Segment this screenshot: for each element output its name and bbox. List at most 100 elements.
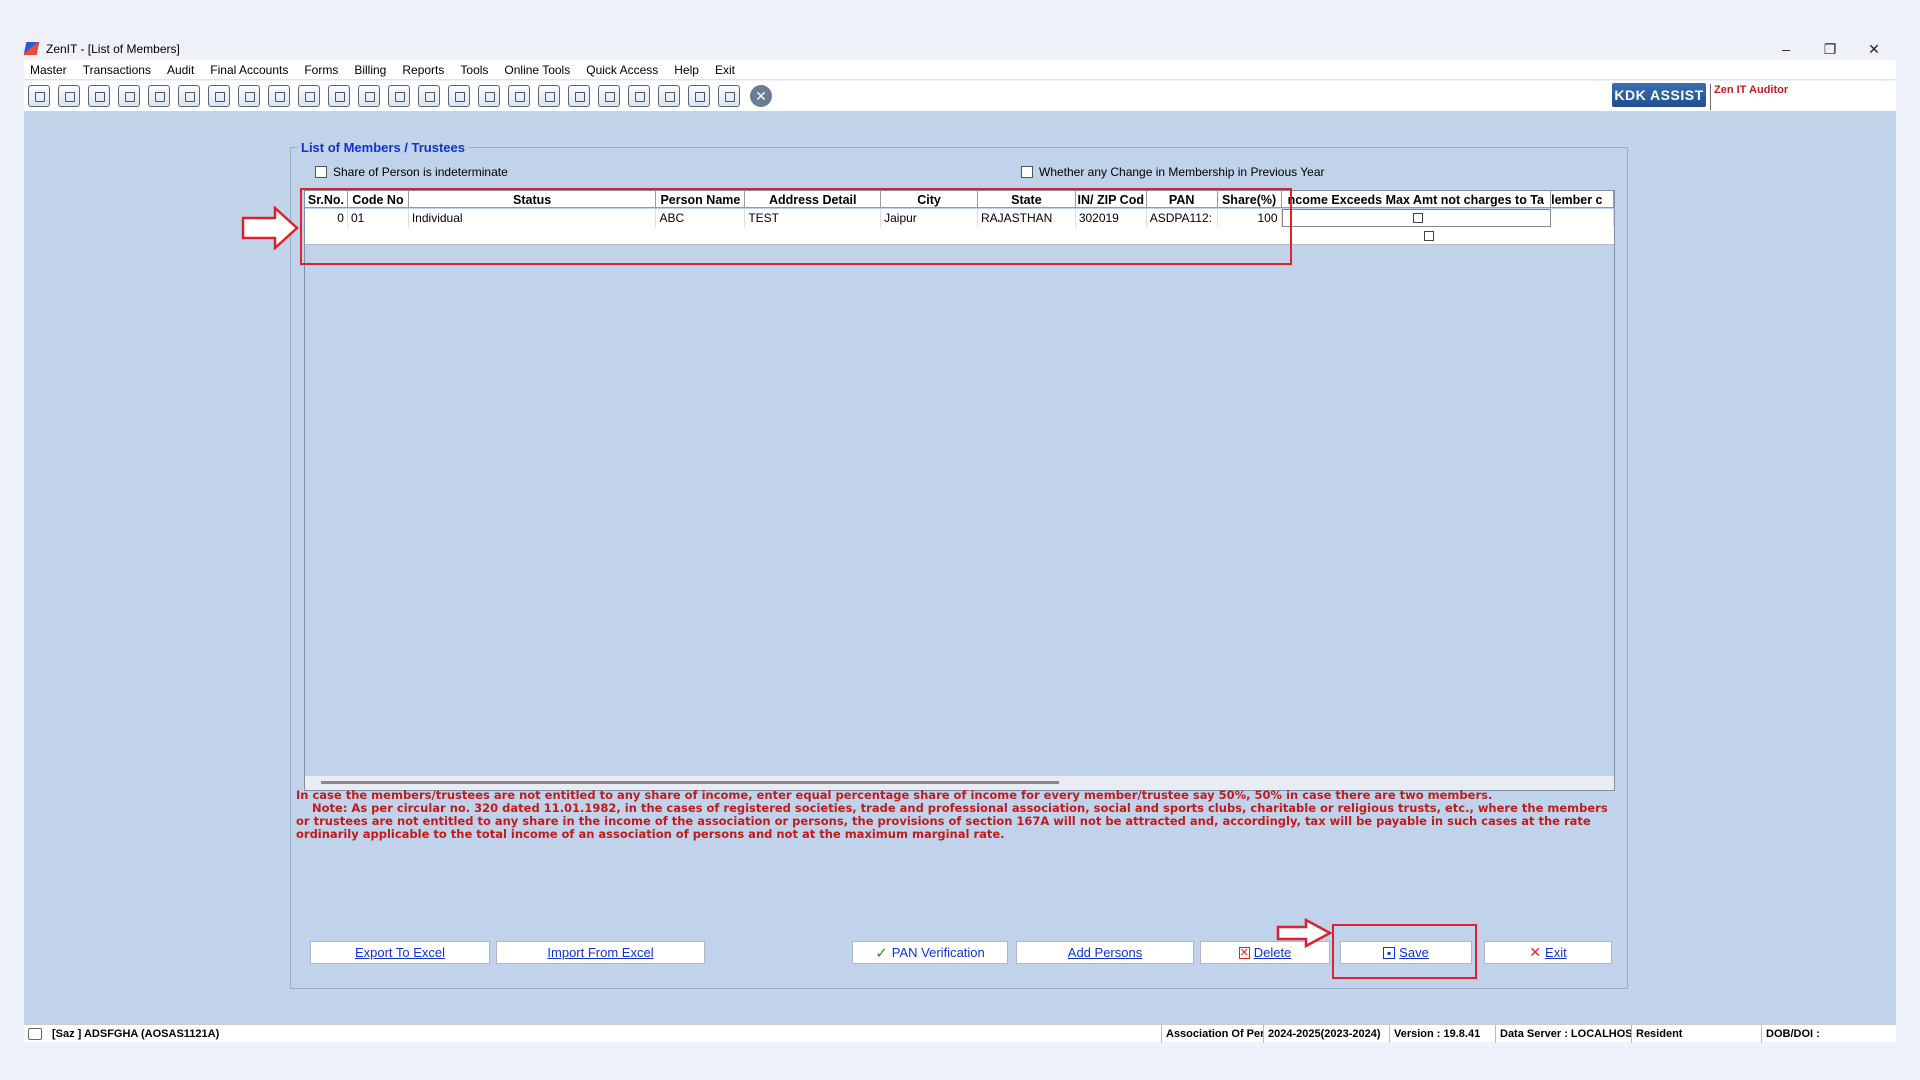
- add-persons-button[interactable]: Add Persons: [1016, 941, 1194, 964]
- filter-icon[interactable]: [238, 85, 260, 107]
- cell-income-exceeds[interactable]: [1281, 209, 1552, 227]
- col-address[interactable]: Address Detail: [745, 191, 882, 208]
- shield-icon[interactable]: [568, 85, 590, 107]
- bar-chart-icon[interactable]: [118, 85, 140, 107]
- document-search-icon[interactable]: [508, 85, 530, 107]
- new-row-checkbox[interactable]: [1424, 231, 1434, 241]
- tax-icon[interactable]: [268, 85, 290, 107]
- info-icon[interactable]: [448, 85, 470, 107]
- indeterminate-label: Share of Person is indeterminate: [333, 165, 508, 179]
- cell-status[interactable]: Individual: [409, 209, 657, 227]
- delete-icon: ✕: [1238, 946, 1250, 959]
- refresh-icon[interactable]: [298, 85, 320, 107]
- cell-pan[interactable]: ASDPA112:: [1147, 209, 1218, 227]
- window-title: ZenIT - [List of Members]: [46, 42, 180, 56]
- menu-quick-access[interactable]: Quick Access: [586, 63, 658, 77]
- printer-icon[interactable]: [658, 85, 680, 107]
- calendar-icon[interactable]: [538, 85, 560, 107]
- col-person-name[interactable]: Person Name: [656, 191, 746, 208]
- col-city[interactable]: City: [881, 191, 978, 208]
- membership-change-checkbox-row[interactable]: Whether any Change in Membership in Prev…: [1021, 165, 1325, 179]
- col-pan[interactable]: PAN: [1147, 191, 1218, 208]
- cell-srno[interactable]: 0: [305, 209, 348, 227]
- exit-x-icon: ✕: [1529, 944, 1542, 960]
- income-exceeds-checkbox[interactable]: [1412, 213, 1423, 223]
- import-excel-label: Import From Excel: [547, 945, 654, 960]
- menu-master[interactable]: Master: [30, 63, 67, 77]
- menu-audit[interactable]: Audit: [167, 63, 194, 77]
- membership-change-label: Whether any Change in Membership in Prev…: [1039, 165, 1325, 179]
- pay-icon[interactable]: [388, 85, 410, 107]
- cell-state[interactable]: RAJASTHAN: [978, 209, 1076, 227]
- cell-city[interactable]: Jaipur: [881, 209, 978, 227]
- import-excel-button[interactable]: Import From Excel: [496, 941, 705, 964]
- minimize-button[interactable]: –: [1764, 38, 1808, 60]
- cell-address[interactable]: TEST: [745, 209, 882, 227]
- pan-verification-button[interactable]: ✓ PAN Verification: [852, 941, 1008, 964]
- pie-chart-icon[interactable]: [358, 85, 380, 107]
- form-icon[interactable]: [718, 85, 740, 107]
- bs-icon[interactable]: [628, 85, 650, 107]
- status-entity: Association Of Persı: [1162, 1024, 1264, 1043]
- indeterminate-checkbox[interactable]: [315, 166, 327, 178]
- col-member[interactable]: lember c: [1551, 191, 1614, 208]
- cell-member[interactable]: [1551, 209, 1614, 227]
- calculator-icon[interactable]: [28, 85, 50, 107]
- add-persons-label: Add Persons: [1067, 945, 1143, 960]
- user-switch-icon[interactable]: [28, 1027, 42, 1040]
- export-excel-label: Export To Excel: [354, 945, 446, 960]
- indeterminate-checkbox-row[interactable]: Share of Person is indeterminate: [315, 165, 508, 179]
- col-zip[interactable]: IN/ ZIP Cod: [1076, 191, 1147, 208]
- menu-help[interactable]: Help: [674, 63, 699, 77]
- membership-change-checkbox[interactable]: [1021, 166, 1033, 178]
- export-excel-button[interactable]: Export To Excel: [310, 941, 490, 964]
- close-button[interactable]: ✕: [1852, 38, 1896, 60]
- col-share[interactable]: Share(%): [1218, 191, 1282, 208]
- menu-billing[interactable]: Billing: [354, 63, 386, 77]
- building-icon[interactable]: [88, 85, 110, 107]
- menu-forms[interactable]: Forms: [304, 63, 338, 77]
- menu-transactions[interactable]: Transactions: [83, 63, 151, 77]
- menu-online-tools[interactable]: Online Tools: [504, 63, 570, 77]
- cell-person-name[interactable]: ABC: [656, 209, 746, 227]
- table-row-new[interactable]: [305, 227, 1614, 245]
- members-grid[interactable]: Sr.No. Code No Status Person Name Addres…: [304, 190, 1615, 791]
- check-icon: ✓: [875, 944, 888, 962]
- menu-tools[interactable]: Tools: [460, 63, 488, 77]
- status-server: Data Server : LOCALHOST: [1496, 1024, 1632, 1043]
- book-icon[interactable]: [418, 85, 440, 107]
- tag-icon[interactable]: [208, 85, 230, 107]
- menu-bar: Master Transactions Audit Final Accounts…: [24, 60, 1896, 80]
- menu-final-accounts[interactable]: Final Accounts: [210, 63, 288, 77]
- users-icon[interactable]: [178, 85, 200, 107]
- restore-button[interactable]: ❐: [1808, 38, 1852, 60]
- col-income-exceeds[interactable]: ncome Exceeds Max Amt not charges to Ta: [1282, 191, 1552, 208]
- status-assessment-year: 2024-2025(2023-2024): [1264, 1024, 1390, 1043]
- panel-title: List of Members / Trustees: [298, 140, 468, 155]
- scrollbar-thumb[interactable]: [321, 781, 1059, 784]
- gift-icon[interactable]: [148, 85, 170, 107]
- grid-icon[interactable]: [688, 85, 710, 107]
- table-arrow-icon: [241, 206, 299, 250]
- home-icon[interactable]: [58, 85, 80, 107]
- menu-reports[interactable]: Reports: [402, 63, 444, 77]
- sync-icon[interactable]: [598, 85, 620, 107]
- kdk-assist-button[interactable]: KDK ASSIST: [1612, 83, 1706, 107]
- table-row[interactable]: 0 01 Individual ABC TEST Jaipur RAJASTHA…: [305, 209, 1614, 227]
- col-status[interactable]: Status: [409, 191, 657, 208]
- cell-zip[interactable]: 302019: [1076, 209, 1147, 227]
- exit-button[interactable]: ✕ Exit: [1484, 941, 1612, 964]
- col-srno[interactable]: Sr.No.: [305, 191, 348, 208]
- save-button[interactable]: ▪ Save: [1340, 941, 1472, 964]
- note-line-2: Note: As per circular no. 320 dated 11.0…: [296, 801, 1608, 841]
- col-code[interactable]: Code No: [348, 191, 409, 208]
- report-icon[interactable]: [478, 85, 500, 107]
- table-icon[interactable]: [328, 85, 350, 107]
- menu-exit[interactable]: Exit: [715, 63, 735, 77]
- toolbar-close-icon[interactable]: ✕: [750, 85, 772, 107]
- col-state[interactable]: State: [978, 191, 1076, 208]
- cell-share[interactable]: 100: [1218, 209, 1282, 227]
- toolbar: ✕ KDK ASSIST Zen IT Auditor: [24, 81, 1896, 111]
- cell-code[interactable]: 01: [348, 209, 409, 227]
- notes-block: In case the members/trustees are not ent…: [296, 789, 1616, 841]
